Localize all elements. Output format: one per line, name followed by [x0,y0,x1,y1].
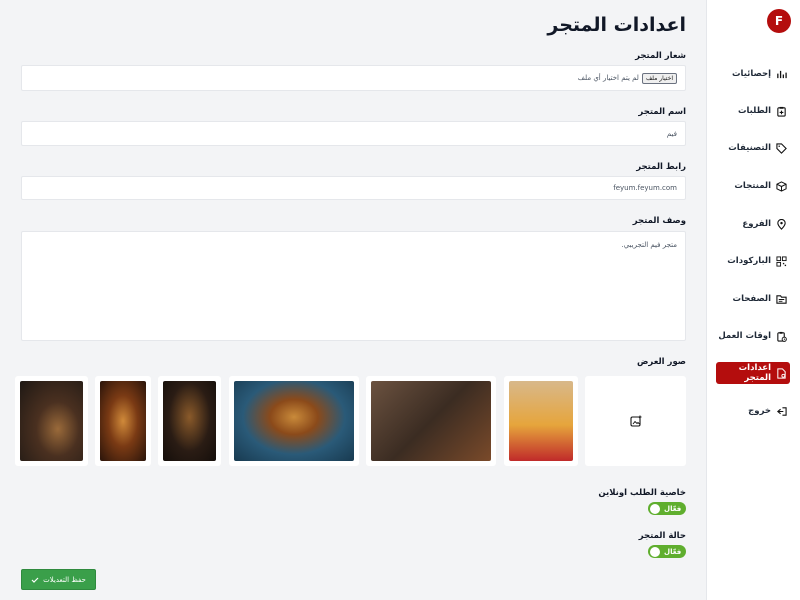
add-image-icon [629,415,641,427]
sidebar-item-label: اوقات العمل [718,331,771,341]
add-image-button[interactable] [585,376,686,466]
qrcode-icon [776,255,787,267]
gallery-image[interactable] [504,376,578,466]
sidebar-item-label: الباركودات [727,256,771,266]
gallery-image-burger-closeup [100,381,146,461]
location-icon [777,218,786,230]
name-field-label: اسم المتجر [638,107,686,117]
store-status-toggle[interactable]: فعّال [648,545,686,558]
sidebar-item-categories[interactable]: التصنيفات [716,137,790,159]
gallery-label: صور العرض [636,357,686,367]
settings-doc-icon [777,367,786,379]
description-field-label: وصف المتجر [632,216,686,226]
box-icon [776,180,787,192]
sidebar-item-working-hours[interactable]: اوقات العمل [716,325,790,347]
clipboard-clock-icon [777,331,787,342]
main-content: اعدادات المتجر شعار المتجر اختيار ملف لم… [0,0,706,600]
gallery-image[interactable] [229,376,359,466]
check-icon [31,577,39,583]
url-field-label: رابط المتجر [636,162,686,172]
gallery-image-woman-eating [509,381,573,461]
sidebar-item-label: الطلبات [737,106,771,116]
sidebar: F إحصائيات الطلبات التصنيفات المنتجات ال… [706,0,800,600]
gallery-image[interactable] [158,376,221,466]
sidebar-item-label: إحصائيات [731,69,771,79]
gallery-image-cheeseburger [234,381,354,461]
store-url-input[interactable]: feyum.feyum.com [21,176,686,200]
gallery-image-held-burger [163,381,216,461]
store-name-value: فيم [666,129,677,138]
sidebar-item-orders[interactable]: الطلبات [716,100,790,122]
file-status: لم يتم اختيار أي ملف [577,74,639,82]
sidebar-item-barcodes[interactable]: الباركودات [716,250,790,272]
store-name-input[interactable]: فيم [21,121,686,146]
stats-icon [777,70,787,78]
gallery-image[interactable] [95,376,151,466]
folder-icon [776,294,787,304]
toggle-knob [650,503,660,514]
tag-icon [776,142,787,154]
sidebar-item-label: المنتجات [734,181,771,191]
orders-icon [777,106,786,117]
store-status-label: حالة المتجر [638,531,686,541]
gallery-image[interactable] [366,376,496,466]
store-description-value: متجر فيم التجريبي. [621,241,677,249]
sidebar-item-pages[interactable]: الصفحات [716,288,790,310]
save-label: حفظ التعديلات [43,575,86,584]
online-order-label: خاصية الطلب اونلاين [598,488,686,498]
online-order-toggle[interactable]: فعّال [648,502,686,515]
gallery-image-phone-burgers [371,381,491,461]
gallery-image-burgers-board [20,381,83,461]
sidebar-item-label: التصنيفات [728,143,771,153]
page-title: اعدادات المتجر [547,14,686,36]
sidebar-item-label: اعدادات المتجر [738,363,771,383]
sidebar-item-logout[interactable]: خروج [716,400,790,422]
toggle-state: فعّال [664,504,682,513]
logo-field-label: شعار المتجر [635,51,686,61]
logo-file-input[interactable]: اختيار ملف لم يتم اختيار أي ملف [21,65,686,91]
brand-logo[interactable]: F [767,9,791,33]
gallery-image[interactable] [15,376,88,466]
sidebar-item-store-settings[interactable]: اعدادات المتجر [716,362,790,384]
choose-file-button[interactable]: اختيار ملف [641,72,677,84]
store-url-value: feyum.feyum.com [613,184,677,192]
toggle-state: فعّال [664,547,682,556]
sidebar-item-branches[interactable]: الفروع [716,213,790,235]
store-description-textarea[interactable]: متجر فيم التجريبي. [21,231,686,341]
sidebar-item-label: الصفحات [732,294,771,304]
logout-icon [776,406,787,416]
sidebar-item-products[interactable]: المنتجات [716,175,790,197]
sidebar-item-stats[interactable]: إحصائيات [716,63,790,85]
toggle-knob [650,546,660,557]
sidebar-item-label: الفروع [742,219,771,229]
sidebar-item-label: خروج [748,406,771,416]
save-changes-button[interactable]: حفظ التعديلات [21,569,96,590]
